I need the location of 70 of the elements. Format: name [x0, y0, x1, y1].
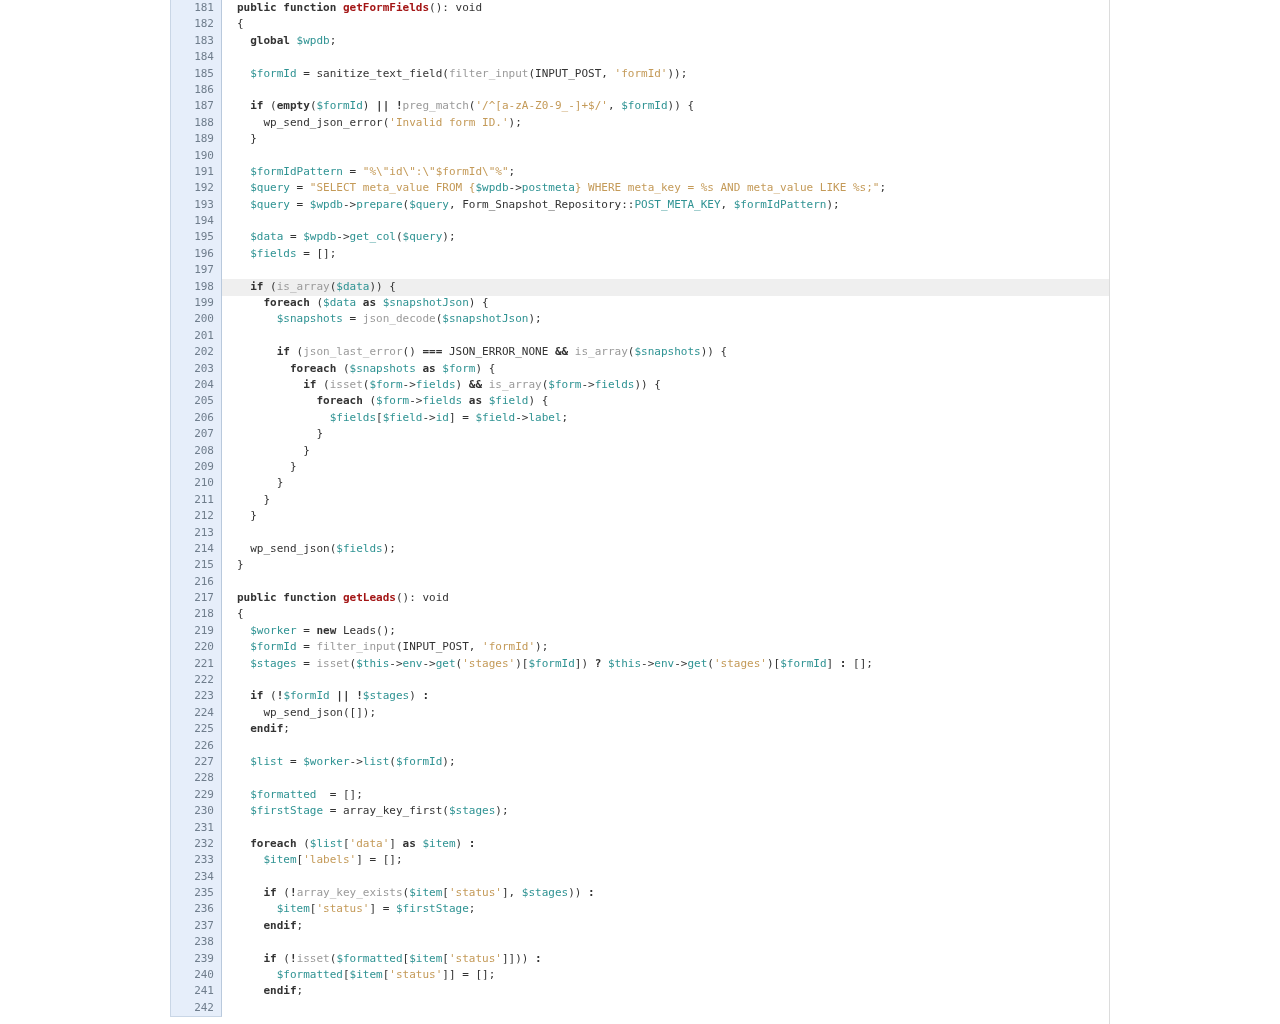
code-line: $formatted[$item['status']] = []; — [275, 967, 497, 984]
line-number: 210 — [170, 475, 222, 493]
code-line: $formIdPattern = "%\"id\":\"$formId\"%"; — [249, 163, 517, 180]
code-line: $list = $worker->list($formId); — [249, 753, 457, 770]
code-line: } — [236, 557, 245, 574]
code-line: } — [315, 426, 325, 443]
line-number: 238 — [170, 934, 222, 952]
code-line: if (empty($formId) || !preg_match('/^[a-zA-Z0-9_-]+$/', $formId)) { — [249, 98, 696, 115]
code-line: if (!isset($formatted[$item['status']])) : — [262, 950, 543, 967]
code-line: } — [288, 458, 298, 475]
line-number: 205 — [170, 393, 222, 411]
line-number: 220 — [170, 639, 222, 657]
code-line: } — [302, 442, 311, 459]
code-line: foreach ($form->fields as $field) { — [315, 393, 550, 410]
code-line: if (isset($form->fields) && is_array($form->fields)) { — [302, 377, 662, 393]
code-line: $fields[$field->id] = $field->label; — [328, 409, 570, 426]
code-line: $firstStage = array_key_first($stages); — [249, 803, 510, 820]
code-line: if (!$formId || !$stages) : — [249, 688, 431, 705]
code-line: foreach ($snapshots as $form) { — [288, 360, 497, 377]
code-line: $formId = sanitize_text_field(filter_input(INPUT_POST, 'formId')); — [249, 65, 689, 82]
code-line: public function getLeads(): void — [236, 590, 450, 607]
code-line: } — [249, 131, 258, 148]
line-number: 182 — [170, 16, 222, 34]
code-line: if (json_last_error() === JSON_ERROR_NONE && is_array($snapshots)) { — [275, 344, 729, 361]
code-line: global $wpdb; — [249, 32, 338, 49]
code-line: } — [275, 475, 285, 492]
code-line: { — [236, 16, 245, 33]
code-line: $query = $wpdb->prepare($query, Form_Snapshot_Repository::POST_META_KEY, $formIdPattern); — [249, 196, 841, 213]
code-line: wp_send_json($fields); — [249, 540, 397, 557]
code-line: foreach ($data as $snapshotJson) { — [262, 295, 490, 312]
code-line: $fields = []; — [249, 245, 338, 262]
line-number: 228 — [170, 770, 222, 788]
line-number: 187 — [170, 98, 222, 116]
line-number: 197 — [170, 262, 222, 280]
line-number: 215 — [170, 557, 222, 575]
code-line: $snapshots = json_decode($snapshotJson); — [275, 311, 543, 328]
line-number: 218 — [170, 606, 222, 624]
code-line: $data = $wpdb->get_col($query); — [249, 229, 457, 246]
line-number: 202 — [170, 344, 222, 362]
code-line: wp_send_json([]); — [262, 704, 378, 721]
line-number: 200 — [170, 311, 222, 329]
code-line: endif; — [249, 721, 291, 738]
code-line: endif; — [262, 917, 305, 934]
line-number: 236 — [170, 901, 222, 919]
code-line: { — [236, 606, 245, 623]
code-line: } — [262, 491, 272, 508]
code-line: if (!array_key_exists($item['status'], $stages)) : — [262, 885, 596, 902]
code-line: $formatted = []; — [249, 786, 364, 803]
code-line: public function getFormFields(): void — [236, 0, 484, 16]
code-line: wp_send_json_error('Invalid form ID.'); — [262, 114, 523, 131]
line-number: 207 — [170, 426, 222, 444]
code-line: foreach ($list['data'] as $item) : — [249, 835, 477, 852]
code-line: $formId = filter_input(INPUT_POST, 'formId'); — [249, 639, 550, 656]
code-line: $item['labels'] = []; — [262, 852, 404, 869]
line-number: 192 — [170, 180, 222, 198]
code-line: $worker = new Leads(); — [249, 622, 397, 639]
line-number: 233 — [170, 852, 222, 870]
line-number: 241 — [170, 983, 222, 1001]
line-number: 225 — [170, 721, 222, 739]
code-line: endif; — [262, 983, 305, 1000]
code-line: $query = "SELECT meta_value FROM {$wpdb->postmeta} WHERE meta_key = %s AND meta_value LIKE %s;"; — [249, 180, 888, 197]
line-number: 195 — [170, 229, 222, 247]
line-number: 189 — [170, 131, 222, 149]
line-number: 223 — [170, 688, 222, 706]
code-line: } — [249, 508, 258, 525]
line-number: 184 — [170, 49, 222, 67]
line-number: 230 — [170, 803, 222, 821]
code-line: $item['status'] = $firstStage; — [275, 901, 477, 918]
code-line: $stages = isset($this->env->get('stages')[$formId]) ? $this->env->get('stages')[$formId] : []; — [249, 655, 874, 672]
line-number: 212 — [170, 508, 222, 526]
